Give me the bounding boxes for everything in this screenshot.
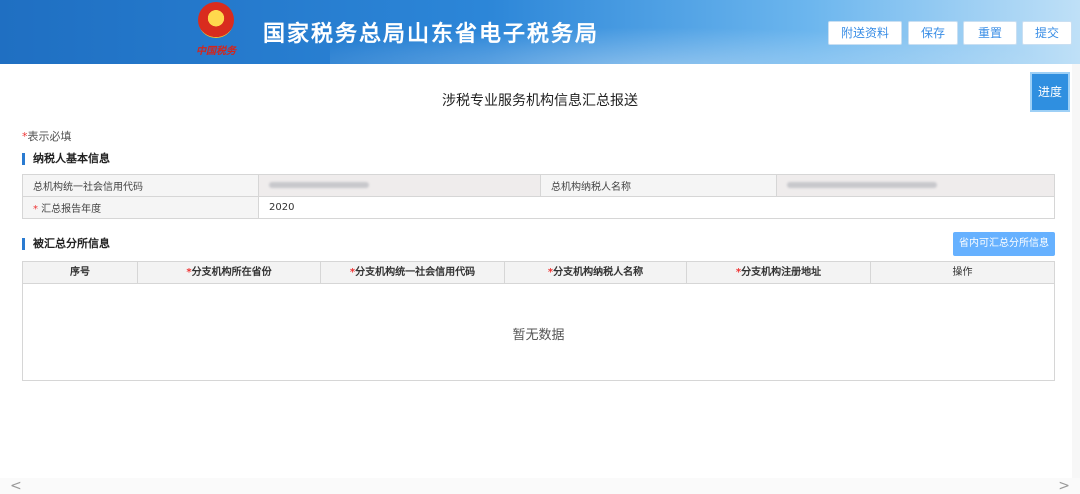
- page-title: 涉税专业服务机构信息汇总报送: [442, 93, 638, 109]
- attach-materials-button[interactable]: 附送资料: [828, 21, 902, 45]
- site-title: 国家税务总局山东省电子税务局: [263, 22, 600, 47]
- scroll-left-icon[interactable]: <: [10, 478, 22, 494]
- taxpayer-info-table: 总机构统一社会信用代码 总机构纳税人名称 * 汇总报告年度 2020: [22, 174, 1055, 219]
- branch-table-header: 序号 *分支机构所在省份 *分支机构统一社会信用代码 *分支机构纳税人名称 *分…: [23, 262, 1054, 284]
- report-year-field[interactable]: 2020: [258, 196, 1055, 219]
- branch-section-title: 被汇总分所信息: [22, 238, 110, 250]
- table-row: * 汇总报告年度 2020: [22, 196, 1055, 219]
- column-header: *分支机构所在省份: [138, 262, 321, 283]
- empty-state-text: 暂无数据: [512, 328, 565, 343]
- required-note-text: 表示必填: [27, 130, 72, 143]
- emblem-badge-icon: [198, 2, 234, 38]
- required-note: *表示必填: [22, 128, 72, 144]
- in-province-branches-button[interactable]: 省内可汇总分所信息: [953, 232, 1055, 256]
- credit-code-label: 总机构统一社会信用代码: [22, 174, 259, 197]
- taxpayer-section-title: 纳税人基本信息: [22, 153, 110, 165]
- column-header: *分支机构统一社会信用代码: [321, 262, 505, 283]
- column-header: *分支机构纳税人名称: [505, 262, 687, 283]
- branch-table-body: 暂无数据: [23, 284, 1054, 380]
- redacted-value: [269, 182, 369, 188]
- emblem-caption: 中国税务: [196, 46, 236, 57]
- taxpayer-name-label: 总机构纳税人名称: [540, 174, 777, 197]
- reset-button[interactable]: 重置: [963, 21, 1017, 45]
- save-button[interactable]: 保存: [908, 21, 958, 45]
- column-header: *分支机构注册地址: [687, 262, 871, 283]
- credit-code-field[interactable]: [258, 174, 541, 197]
- horizontal-scrollbar[interactable]: < >: [0, 478, 1080, 494]
- report-year-label: * 汇总报告年度: [22, 196, 259, 219]
- column-header: 操作: [952, 267, 973, 278]
- submit-button[interactable]: 提交: [1022, 21, 1072, 45]
- column-header: 序号: [23, 262, 138, 283]
- app-header: 中国税务 国家税务总局山东省电子税务局 附送资料 保存 重置 提交: [0, 0, 1080, 64]
- scroll-right-icon[interactable]: >: [1058, 478, 1070, 494]
- table-row: 总机构统一社会信用代码 总机构纳税人名称: [22, 174, 1055, 197]
- tax-emblem-logo: 中国税务: [193, 2, 239, 60]
- taxpayer-name-field[interactable]: [776, 174, 1055, 197]
- vertical-scrollbar[interactable]: [1072, 64, 1080, 478]
- branch-table: 序号 *分支机构所在省份 *分支机构统一社会信用代码 *分支机构纳税人名称 *分…: [22, 261, 1055, 381]
- redacted-value: [787, 182, 937, 188]
